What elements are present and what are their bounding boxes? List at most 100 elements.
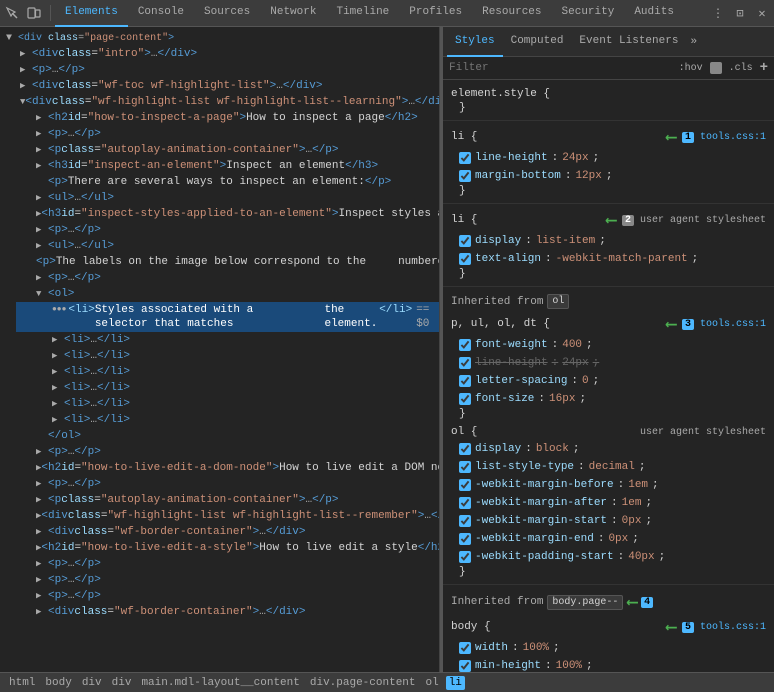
- dom-node-h2-inspect[interactable]: <h2 id="how-to-inspect-a-page">How to in…: [16, 110, 439, 126]
- dom-node-p-labels[interactable]: <p>The labels on the image below corresp…: [16, 254, 439, 270]
- checkbox-line-height[interactable]: [459, 152, 471, 164]
- dom-node-ol-close[interactable]: </ol>: [16, 428, 439, 444]
- triangle-icon[interactable]: [52, 349, 64, 363]
- triangle-icon[interactable]: [52, 381, 64, 395]
- triangle-icon[interactable]: [36, 573, 48, 587]
- close-icon[interactable]: ✕: [754, 5, 770, 21]
- dom-node-li3[interactable]: <li>…</li>: [16, 348, 439, 364]
- triangle-icon[interactable]: [36, 525, 48, 539]
- triangle-icon[interactable]: [36, 127, 48, 141]
- dom-node-li-selected[interactable]: ●●● <li>Styles associated with a selecto…: [16, 302, 439, 332]
- dom-node-p7[interactable]: <p>…</p>: [16, 556, 439, 572]
- triangle-icon[interactable]: [36, 239, 48, 253]
- dom-node-p1[interactable]: <p>…</p>: [16, 62, 439, 78]
- triangle-icon[interactable]: [36, 111, 48, 125]
- checkbox-display[interactable]: [459, 235, 471, 247]
- triangle-icon[interactable]: [36, 159, 48, 173]
- dom-node-highlight-learning[interactable]: <div class="wf-highlight-list wf-highlig…: [16, 94, 439, 110]
- undock-icon[interactable]: ⊡: [732, 5, 748, 21]
- inspect-icon[interactable]: [4, 5, 20, 21]
- breadcrumb-html[interactable]: html: [6, 676, 38, 690]
- dom-node-div-border[interactable]: <div class="wf-border-container">…</div>: [16, 524, 439, 540]
- dom-node-p5[interactable]: <p>…</p>: [16, 444, 439, 460]
- triangle-icon[interactable]: [36, 557, 48, 571]
- dom-node-li6[interactable]: <li>…</li>: [16, 396, 439, 412]
- dom-node-h2-live-style[interactable]: <h2 id="how-to-live-edit-a-style">How to…: [16, 540, 439, 556]
- device-icon[interactable]: [26, 5, 42, 21]
- triangle-icon[interactable]: [20, 79, 32, 93]
- tab-sources[interactable]: Sources: [194, 0, 260, 27]
- triangle-icon[interactable]: [36, 191, 48, 205]
- triangle-icon[interactable]: [52, 397, 64, 411]
- triangle-icon[interactable]: [52, 413, 64, 427]
- dom-node-div-border2[interactable]: <div class="wf-border-container">…</div>: [16, 604, 439, 620]
- tab-audits[interactable]: Audits: [624, 0, 684, 27]
- dom-node-p9[interactable]: <p>…</p>: [16, 588, 439, 604]
- checkbox-list-style-type[interactable]: [459, 461, 471, 473]
- elements-panel[interactable]: ▼ <div class="page-content"> <div class=…: [0, 27, 440, 672]
- breadcrumb-body[interactable]: body: [42, 676, 74, 690]
- dom-node-toc[interactable]: <div class="wf-toc wf-highlight-list">…<…: [16, 78, 439, 94]
- hov-button[interactable]: :hov: [676, 62, 706, 75]
- dom-node-ul1[interactable]: <ul>…</ul>: [16, 190, 439, 206]
- tab-computed[interactable]: Computed: [503, 27, 572, 57]
- breadcrumb-div1[interactable]: div: [79, 676, 105, 690]
- triangle-icon[interactable]: [36, 605, 48, 619]
- tab-profiles[interactable]: Profiles: [399, 0, 472, 27]
- triangle-icon[interactable]: [52, 365, 64, 379]
- tab-console[interactable]: Console: [128, 0, 194, 27]
- dom-node-li4[interactable]: <li>…</li>: [16, 364, 439, 380]
- tab-timeline[interactable]: Timeline: [326, 0, 399, 27]
- triangle-icon[interactable]: [36, 287, 48, 301]
- dom-node-ul2[interactable]: <ul>…</ul>: [16, 238, 439, 254]
- triangle-icon[interactable]: [36, 445, 48, 459]
- filter-input[interactable]: [449, 62, 670, 74]
- breadcrumb-div-page[interactable]: div.page-content: [307, 676, 419, 690]
- checkbox-webkit-margin-end[interactable]: [459, 533, 471, 545]
- breadcrumb-ol[interactable]: ol: [423, 676, 442, 690]
- dom-node-p3[interactable]: <p>…</p>: [16, 222, 439, 238]
- dom-node-li7[interactable]: <li>…</li>: [16, 412, 439, 428]
- checkbox-webkit-margin-after[interactable]: [459, 497, 471, 509]
- tab-network[interactable]: Network: [260, 0, 326, 27]
- dom-node-p8[interactable]: <p>…</p>: [16, 572, 439, 588]
- breadcrumb-main[interactable]: main.mdl-layout__content: [138, 676, 302, 690]
- source-li-tools[interactable]: tools.css:1: [700, 132, 766, 143]
- tab-resources[interactable]: Resources: [472, 0, 551, 27]
- source-body[interactable]: tools.css:1: [700, 622, 766, 633]
- checkbox-webkit-margin-before[interactable]: [459, 479, 471, 491]
- checkbox-margin-bottom[interactable]: [459, 170, 471, 182]
- dom-node-ol[interactable]: <ol>: [16, 286, 439, 302]
- triangle-icon[interactable]: [36, 493, 48, 507]
- tab-elements[interactable]: Elements: [55, 0, 128, 27]
- dom-node-p-ways[interactable]: <p>There are several ways to inspect an …: [16, 174, 439, 190]
- triangle-icon[interactable]: [36, 223, 48, 237]
- triangle-icon[interactable]: [36, 143, 48, 157]
- tab-styles[interactable]: Styles: [447, 27, 503, 57]
- triangle-icon[interactable]: [20, 47, 32, 61]
- dom-node-li2[interactable]: <li>…</li>: [16, 332, 439, 348]
- overflow-icon[interactable]: ⋮: [710, 5, 726, 21]
- checkbox-letter-spacing[interactable]: [459, 375, 471, 387]
- dom-node-h2-live-dom[interactable]: <h2 id="how-to-live-edit-a-dom-node">How…: [16, 460, 439, 476]
- checkbox-min-height[interactable]: [459, 660, 471, 672]
- breadcrumb-li[interactable]: li: [446, 676, 465, 690]
- dom-node-p-autoplay[interactable]: <p class="autoplay-animation-container">…: [16, 142, 439, 158]
- dom-node-h3-inspect[interactable]: <h3 id="inspect-an-element">Inspect an e…: [16, 158, 439, 174]
- color-picker-icon[interactable]: [710, 62, 722, 74]
- tab-security[interactable]: Security: [552, 0, 625, 27]
- checkbox-line-height-strike[interactable]: [459, 357, 471, 369]
- checkbox-font-weight[interactable]: [459, 339, 471, 351]
- tab-event-listeners[interactable]: Event Listeners: [571, 27, 686, 57]
- dom-node-p-autoplay2[interactable]: <p class="autoplay-animation-container">…: [16, 492, 439, 508]
- checkbox-webkit-padding-start[interactable]: [459, 551, 471, 563]
- breadcrumb-div2[interactable]: div: [109, 676, 135, 690]
- dom-node-div-remember[interactable]: <div class="wf-highlight-list wf-highlig…: [16, 508, 439, 524]
- triangle-icon[interactable]: [36, 271, 48, 285]
- cls-button[interactable]: .cls: [726, 62, 756, 75]
- triangle-icon[interactable]: [36, 477, 48, 491]
- triangle-icon[interactable]: [36, 589, 48, 603]
- styles-more-button[interactable]: »: [690, 36, 697, 48]
- checkbox-font-size[interactable]: [459, 393, 471, 405]
- dom-node-p2[interactable]: <p>…</p>: [16, 126, 439, 142]
